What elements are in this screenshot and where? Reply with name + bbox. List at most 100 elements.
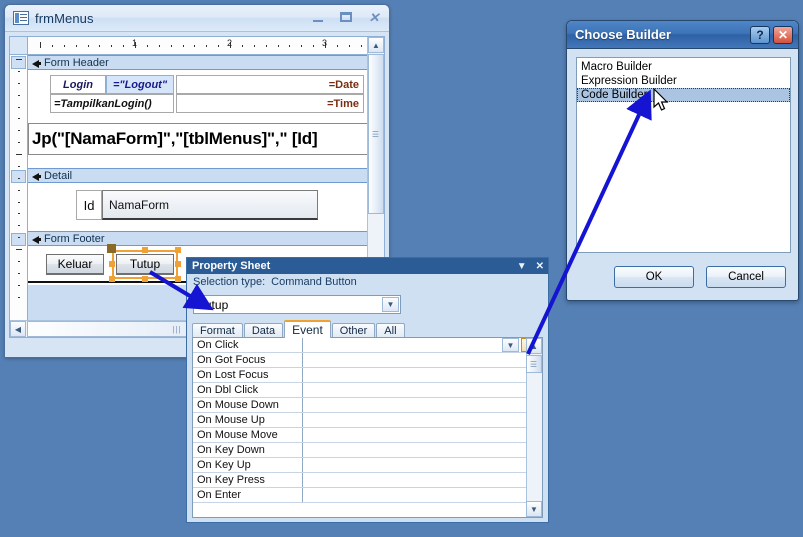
property-value[interactable] xyxy=(303,473,542,487)
property-row[interactable]: On Mouse Down xyxy=(193,398,542,413)
property-row[interactable]: On Mouse Move xyxy=(193,428,542,443)
scroll-down-arrow[interactable]: ▼ xyxy=(526,501,542,517)
property-grid[interactable]: On Click▼...On Got FocusOn Lost FocusOn … xyxy=(192,337,543,518)
big-expression-control[interactable]: Jp("[NamaForm]","[tblMenus]"," [Id] xyxy=(28,123,367,155)
cancel-button[interactable]: Cancel xyxy=(706,266,786,288)
property-row[interactable]: On Click▼... xyxy=(193,338,542,353)
resize-handle-left[interactable] xyxy=(109,261,115,267)
section-selector-footer[interactable] xyxy=(11,233,26,246)
ruler-tick xyxy=(18,142,20,144)
ok-button[interactable]: OK xyxy=(614,266,694,288)
tab-event[interactable]: Event xyxy=(284,320,331,338)
date-expression-control[interactable]: =Date xyxy=(176,75,364,94)
tab-other[interactable]: Other xyxy=(331,323,376,338)
property-value[interactable] xyxy=(303,398,542,412)
ruler-tick xyxy=(265,45,267,47)
property-value[interactable] xyxy=(303,458,542,472)
property-value[interactable] xyxy=(303,368,542,382)
tampilkanlogin-expression-control[interactable]: =TampilkanLogin() xyxy=(50,94,174,113)
tab-format[interactable]: Format xyxy=(192,323,243,338)
property-row[interactable]: On Enter xyxy=(193,488,542,503)
property-value[interactable]: ▼... xyxy=(303,338,542,352)
section-band-detail[interactable]: Detail xyxy=(28,168,367,183)
section-band-form-footer[interactable]: Form Footer xyxy=(28,231,367,246)
ruler-tick xyxy=(111,45,113,47)
property-value[interactable] xyxy=(303,488,542,502)
property-row[interactable]: On Lost Focus xyxy=(193,368,542,383)
close-icon[interactable]: ✕ xyxy=(773,26,793,44)
scroll-up-arrow[interactable]: ▲ xyxy=(368,37,384,53)
property-value[interactable] xyxy=(303,383,542,397)
section-selector-header[interactable] xyxy=(11,56,26,69)
tab-data[interactable]: Data xyxy=(243,323,284,338)
builder-list-item[interactable]: Expression Builder xyxy=(577,74,790,88)
section-band-form-header[interactable]: Form Header xyxy=(28,55,367,70)
vertical-ruler xyxy=(10,55,28,320)
resize-handle-bottom-left[interactable] xyxy=(109,276,115,282)
ruler-tick xyxy=(51,45,53,47)
resize-handle-bottom-right[interactable] xyxy=(175,276,181,282)
login-label-control[interactable]: Login xyxy=(50,75,106,94)
tab-all[interactable]: All xyxy=(376,323,405,338)
property-sheet-titlebar[interactable]: Property Sheet ▼ ✕ xyxy=(187,258,548,274)
property-name: On Key Press xyxy=(193,473,303,487)
object-select-combo[interactable]: Tutup ▼ xyxy=(193,295,401,314)
ruler-tick xyxy=(18,106,20,108)
move-handle[interactable] xyxy=(107,244,116,253)
section-selector-detail[interactable] xyxy=(11,170,26,183)
logout-expression-control[interactable]: ="Logout" xyxy=(106,75,174,94)
scroll-left-arrow[interactable]: ◀ xyxy=(10,321,26,337)
property-row[interactable]: On Got Focus xyxy=(193,353,542,368)
property-grid-scrollbar[interactable]: ▲ ☰ ▼ xyxy=(526,338,542,517)
resize-handle-right[interactable] xyxy=(175,261,181,267)
form-window-titlebar[interactable]: frmMenus ✕ xyxy=(5,5,389,32)
ruler-tick xyxy=(360,45,362,47)
namaform-field-control[interactable]: NamaForm xyxy=(102,190,318,220)
property-row[interactable]: On Key Down xyxy=(193,443,542,458)
close-icon[interactable]: ✕ xyxy=(365,9,383,25)
ruler-tick xyxy=(182,45,184,47)
ruler-tick xyxy=(18,118,20,120)
property-row[interactable]: On Key Up xyxy=(193,458,542,473)
property-value[interactable] xyxy=(303,413,542,427)
choose-builder-titlebar[interactable]: Choose Builder ? ✕ xyxy=(567,21,798,49)
builder-list[interactable]: Macro Builder Expression Builder Code Buil… xyxy=(576,57,791,253)
property-row[interactable]: On Key Press xyxy=(193,473,542,488)
property-value[interactable] xyxy=(303,428,542,442)
time-expression-control[interactable]: =Time xyxy=(176,94,364,113)
dialog-buttons: OK Cancel xyxy=(614,266,786,288)
property-row[interactable]: On Mouse Up xyxy=(193,413,542,428)
close-icon[interactable]: ✕ xyxy=(536,261,544,272)
vertical-scroll-thumb[interactable]: ☰ xyxy=(368,54,384,214)
builder-list-item[interactable]: Code Builder xyxy=(577,88,790,102)
resize-handle-top[interactable] xyxy=(142,247,148,253)
property-sheet-title: Property Sheet xyxy=(192,260,271,272)
chevron-down-icon[interactable]: ▼ xyxy=(502,338,519,352)
ruler-tick xyxy=(18,82,20,84)
detail-section[interactable]: Id NamaForm xyxy=(28,184,367,231)
ruler-tick xyxy=(18,201,20,203)
help-icon[interactable]: ? xyxy=(750,26,770,44)
property-value[interactable] xyxy=(303,443,542,457)
property-row[interactable]: On Dbl Click xyxy=(193,383,542,398)
property-value[interactable] xyxy=(303,353,542,367)
chevron-down-icon[interactable]: ▼ xyxy=(517,261,527,272)
id-label-control[interactable]: Id xyxy=(76,190,102,220)
maximize-icon[interactable] xyxy=(337,9,355,25)
keluar-command-button[interactable]: Keluar xyxy=(46,254,104,275)
form-header-section[interactable]: Login ="Logout" =TampilkanLogin() =Date … xyxy=(28,71,367,168)
property-name: On Mouse Down xyxy=(193,398,303,412)
builder-list-item[interactable]: Macro Builder xyxy=(577,60,790,74)
ruler-tick xyxy=(218,45,220,47)
resize-handle-top-right[interactable] xyxy=(175,247,181,253)
scroll-up-arrow[interactable]: ▲ xyxy=(526,338,542,354)
chevron-down-icon[interactable]: ▼ xyxy=(382,297,399,312)
property-name: On Dbl Click xyxy=(193,383,303,397)
section-band-label: Form Header xyxy=(44,57,109,69)
grid-scroll-thumb[interactable]: ☰ xyxy=(526,355,542,373)
ruler-tick xyxy=(18,237,20,239)
ruler-tick xyxy=(18,272,20,274)
minimize-icon[interactable] xyxy=(309,9,327,25)
resize-handle-bottom[interactable] xyxy=(142,276,148,282)
ruler-corner xyxy=(10,37,28,55)
